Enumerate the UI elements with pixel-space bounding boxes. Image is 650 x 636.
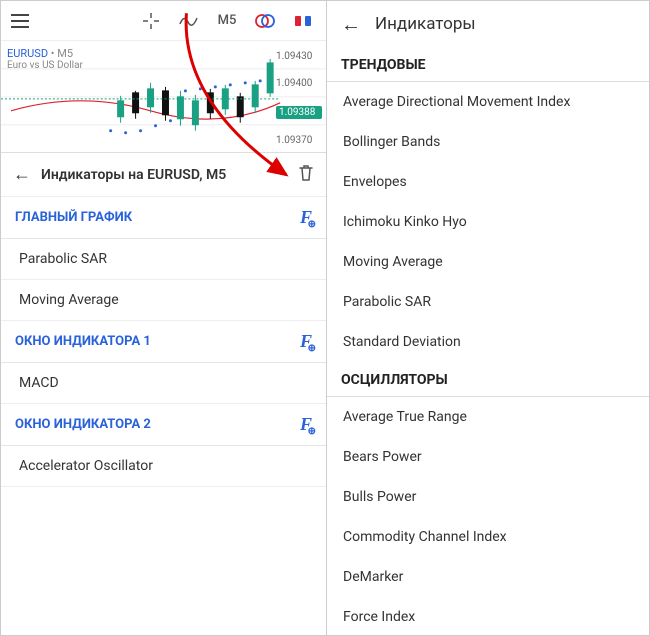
circles-icon[interactable]: [248, 4, 282, 38]
indicator-item[interactable]: Moving Average: [1, 280, 326, 321]
indicators-icon[interactable]: [172, 4, 206, 38]
add-indicator-icon[interactable]: f⊕: [300, 207, 312, 228]
menu-icon[interactable]: [11, 14, 29, 28]
indicator-option[interactable]: Parabolic SAR: [327, 282, 649, 322]
indicator-item[interactable]: MACD: [1, 363, 326, 404]
indicator-option[interactable]: Bollinger Bands: [327, 122, 649, 162]
indicator-option[interactable]: Average Directional Movement Index: [327, 82, 649, 122]
section-title: ГЛАВНЫЙ ГРАФИК: [15, 210, 132, 225]
trash-icon[interactable]: [298, 164, 314, 186]
indicator-list-title: Индикаторы: [375, 14, 476, 34]
section-title: ОКНО ИНДИКАТОРА 2: [15, 417, 151, 432]
category-header: ТРЕНДОВЫЕ: [327, 47, 649, 82]
indicators-title: Индикаторы на EURUSD, M5: [41, 167, 226, 183]
indicator-item[interactable]: Parabolic SAR: [1, 239, 326, 280]
section-title: ОКНО ИНДИКАТОРА 1: [15, 334, 151, 349]
indicator-option[interactable]: Average True Range: [327, 397, 649, 437]
indicator-option[interactable]: Ichimoku Kinko Hyo: [327, 202, 649, 242]
timeframe-button[interactable]: M5: [210, 4, 244, 38]
add-indicator-icon[interactable]: f⊕: [300, 414, 312, 435]
left-panel: M5: [1, 1, 327, 635]
indicator-option[interactable]: Bears Power: [327, 437, 649, 477]
indicator-section-header: ГЛАВНЫЙ ГРАФИК f⊕: [1, 197, 326, 239]
price-tick: 1.09370: [276, 135, 322, 146]
back-icon[interactable]: ←: [13, 164, 31, 185]
indicator-option[interactable]: Standard Deviation: [327, 322, 649, 362]
category-header: ОСЦИЛЛЯТОРЫ: [327, 362, 649, 397]
indicators-header: ← Индикаторы на EURUSD, M5: [1, 153, 326, 197]
chart-toolbar: M5: [1, 1, 326, 41]
right-panel: ← Индикаторы ТРЕНДОВЫЕAverage Directiona…: [327, 1, 649, 635]
indicator-option[interactable]: DeMarker: [327, 557, 649, 597]
price-tick: 1.09430: [276, 51, 322, 62]
trade-icon[interactable]: [286, 4, 320, 38]
symbol-label: EURUSD • M5 Euro vs US Dollar: [7, 47, 83, 72]
indicator-item[interactable]: Accelerator Oscillator: [1, 446, 326, 487]
back-icon[interactable]: ←: [341, 12, 361, 37]
indicator-section-header: ОКНО ИНДИКАТОРА 2 f⊕: [1, 404, 326, 446]
symbol-tf: • M5: [51, 47, 73, 60]
symbol-code: EURUSD: [7, 47, 48, 60]
symbol-desc: Euro vs US Dollar: [7, 60, 83, 72]
indicator-option[interactable]: Commodity Channel Index: [327, 517, 649, 557]
price-scale: 1.09430 1.09400 1.09388 1.09370: [276, 51, 322, 146]
indicator-list-header: ← Индикаторы: [327, 1, 649, 47]
indicator-option[interactable]: Moving Average: [327, 242, 649, 282]
crosshair-icon[interactable]: [134, 4, 168, 38]
add-indicator-icon[interactable]: f⊕: [300, 331, 312, 352]
indicator-option[interactable]: Envelopes: [327, 162, 649, 202]
indicator-option[interactable]: Force Index: [327, 597, 649, 635]
price-tick: 1.09400: [276, 78, 322, 89]
indicator-section-header: ОКНО ИНДИКАТОРА 1 f⊕: [1, 321, 326, 363]
chart-area[interactable]: EURUSD • M5 Euro vs US Dollar 1.09430 1.…: [1, 41, 326, 153]
current-price: 1.09388: [276, 106, 322, 119]
indicator-option[interactable]: Bulls Power: [327, 477, 649, 517]
